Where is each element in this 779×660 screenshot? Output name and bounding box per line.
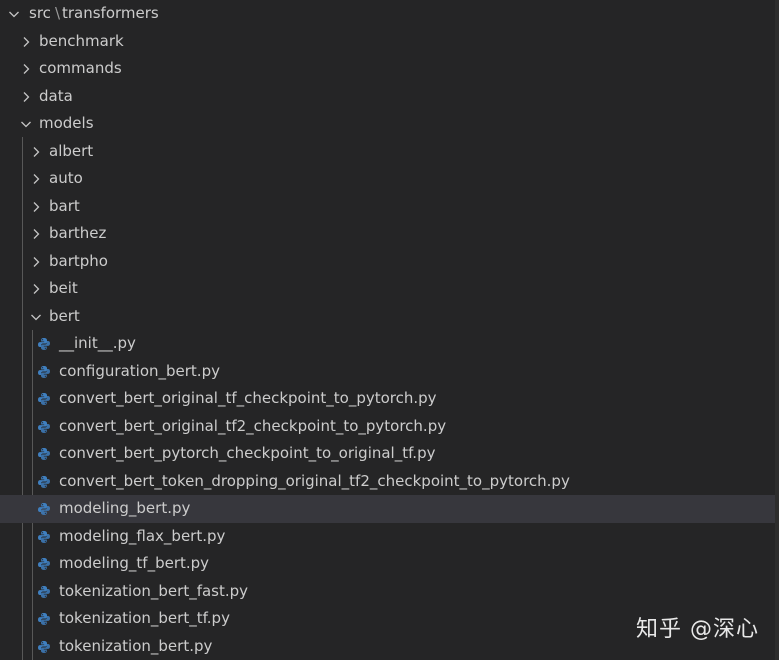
chevron-right-icon (29, 255, 43, 269)
file-item[interactable]: configuration_bert.py (0, 358, 775, 386)
tree-item-label: bert (49, 306, 80, 325)
tree-root-src-transformers[interactable]: src \ transformers (0, 0, 775, 28)
tree-item-label: convert_bert_token_dropping_original_tf2… (59, 471, 570, 490)
chevron-down-icon (29, 310, 43, 324)
file-item[interactable]: convert_bert_token_dropping_original_tf2… (0, 468, 775, 496)
file-item[interactable]: __init__.py (0, 330, 775, 358)
file-item[interactable]: convert_bert_original_tf2_checkpoint_to_… (0, 413, 775, 441)
folder-bert[interactable]: bert (0, 303, 775, 331)
folder-commands[interactable]: commands (0, 55, 775, 83)
tree-item-label: bart (49, 196, 80, 215)
tree-item-label: data (39, 86, 73, 105)
tree-item-label: beit (49, 279, 78, 297)
chevron-right-icon (29, 227, 43, 241)
file-explorer: src \ transformers benchmark commands data mod… (0, 0, 779, 660)
file-item[interactable]: tokenization_bert_fast.py (0, 578, 775, 606)
tree-item-label: commands (39, 59, 122, 77)
chevron-right-icon (29, 145, 43, 159)
folder-benchmark[interactable]: benchmark (0, 28, 775, 56)
file-item[interactable]: convert_bert_pytorch_checkpoint_to_origi… (0, 440, 775, 468)
python-icon (37, 365, 51, 379)
tree-item-label: tokenization_bert.py (59, 636, 213, 655)
python-icon (37, 612, 51, 626)
tree-item-label: convert_bert_original_tf_checkpoint_to_p… (59, 389, 437, 407)
tree-item-label: __init__.py (59, 334, 136, 352)
python-icon (37, 337, 51, 351)
folder-data[interactable]: data (0, 83, 775, 111)
tree-item-label: modeling_tf_bert.py (59, 554, 210, 572)
chevron-right-icon (29, 172, 43, 186)
path-segment: src (29, 4, 51, 22)
chevron-right-icon (19, 90, 33, 104)
folder-bartpho[interactable]: bartpho (0, 248, 775, 276)
tree-item-label: convert_bert_original_tf2_checkpoint_to_… (59, 416, 447, 435)
python-icon (37, 502, 51, 516)
watermark-text: 知乎 @深心 (636, 617, 759, 642)
folder-auto[interactable]: auto (0, 165, 775, 193)
chevron-down-icon (19, 117, 33, 131)
tree-item-label: models (39, 114, 94, 132)
file-item[interactable]: modeling_tf_bert.py (0, 550, 775, 578)
path-segment: transformers (62, 4, 159, 22)
tree-item-label: modeling_flax_bert.py (59, 526, 226, 545)
python-icon (37, 392, 51, 406)
tree-item-label: barthez (49, 224, 107, 242)
folder-beit[interactable]: beit (0, 275, 775, 303)
file-item[interactable]: modeling_flax_bert.py (0, 523, 775, 551)
vertical-scrollbar[interactable] (775, 0, 779, 660)
tree-item-label: auto (49, 169, 83, 187)
folder-barthez[interactable]: barthez (0, 220, 775, 248)
chevron-right-icon (29, 282, 43, 296)
folder-bart[interactable]: bart (0, 193, 775, 221)
tree-item-label: convert_bert_pytorch_checkpoint_to_origi… (59, 444, 436, 462)
python-icon (37, 530, 51, 544)
tree-item-label: configuration_bert.py (59, 361, 220, 380)
tree-item-label: tokenization_bert_tf.py (59, 609, 230, 627)
python-icon (37, 447, 51, 461)
chevron-right-icon (19, 62, 33, 76)
file-item[interactable]: convert_bert_original_tf_checkpoint_to_p… (0, 385, 775, 413)
tree-item-label: albert (49, 141, 94, 160)
tree-item-label: tokenization_bert_fast.py (59, 581, 249, 600)
tree-item-label: bartpho (49, 251, 108, 270)
file-item[interactable]: modeling_bert.py (0, 495, 775, 523)
path-separator: \ (55, 4, 61, 22)
chevron-right-icon (29, 200, 43, 214)
python-icon (37, 585, 51, 599)
python-icon (37, 640, 51, 654)
tree-item-label: benchmark (39, 31, 124, 50)
python-icon (37, 557, 51, 571)
folder-models[interactable]: models (0, 110, 775, 138)
tree-item-label: modeling_bert.py (59, 499, 191, 517)
python-icon (37, 475, 51, 489)
python-icon (37, 420, 51, 434)
chevron-right-icon (19, 35, 33, 49)
chevron-down-icon (7, 7, 21, 21)
folder-albert[interactable]: albert (0, 138, 775, 166)
